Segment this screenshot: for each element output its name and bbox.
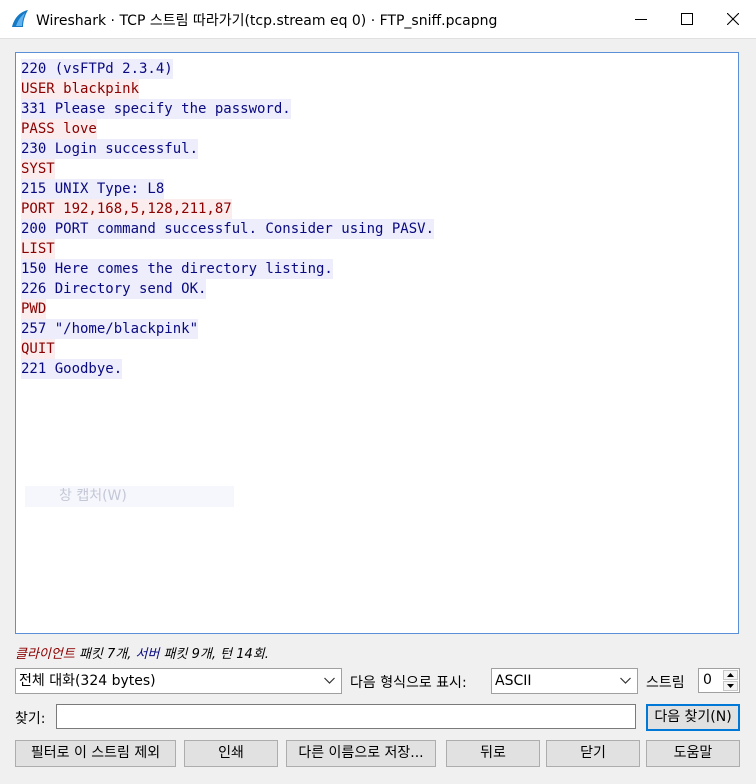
spinner-buttons [723,670,738,691]
close-icon [727,13,739,25]
help-button[interactable]: 도움말 [646,740,740,767]
client-line: PASS love [21,119,434,139]
show-as-label: 다음 형식으로 표시: [350,675,467,691]
stream-line-text: 220 (vsFTPd 2.3.4) [21,59,173,79]
conversation-select[interactable]: 전체 대화(324 bytes) [15,668,342,694]
show-as-select[interactable]: ASCII [491,668,638,694]
maximize-icon [681,13,693,25]
stream-line-text: PORT 192,168,5,128,211,87 [21,199,232,219]
minimize-button[interactable] [618,0,664,38]
save-as-button[interactable]: 다른 이름으로 저장... [286,740,436,767]
stream-line-text: QUIT [21,339,55,359]
chevron-down-icon [727,684,734,688]
stream-text: 220 (vsFTPd 2.3.4) USER blackpink 331 Plea… [21,59,435,379]
find-input[interactable] [56,704,636,729]
find-next-button[interactable]: 다음 찾기(N) [646,704,740,731]
spinner-up-button[interactable] [723,670,738,680]
stream-line-text: 200 PORT command successful. Consider us… [21,219,435,239]
maximize-button[interactable] [664,0,710,38]
server-line: 221 Goodbye. [21,359,434,379]
chevron-down-icon [324,677,335,684]
stream-line-text: 221 Goodbye. [21,359,123,379]
minimize-icon [635,19,647,20]
server-line: 331 Please specify the password. [21,99,434,119]
stream-line-text: LIST [21,239,55,259]
capture-window-hint: 창 캡처(W) [25,486,234,507]
spinner-down-button[interactable] [723,681,738,691]
stream-number-value: 0 [703,672,712,688]
filter-out-stream-button[interactable]: 필터로 이 스트림 제외 [15,740,176,767]
chevron-up-icon [727,673,734,677]
stream-number-spinner[interactable]: 0 [698,668,740,693]
stream-line-text: PASS love [21,119,97,139]
stream-line-text: 215 UNIX Type: L8 [21,179,165,199]
server-line: 226 Directory send OK. [21,279,434,299]
client-line: QUIT [21,339,434,359]
server-line: 257 "/home/blackpink" [21,319,434,339]
server-line: 215 UNIX Type: L8 [21,179,434,199]
stream-line-text: 226 Directory send OK. [21,279,207,299]
close-window-button[interactable] [710,0,756,38]
server-line: 200 PORT command successful. Consider us… [21,219,435,239]
print-button[interactable]: 인쇄 [184,740,278,767]
stream-label: 스트림 [646,675,685,691]
stream-line-text: 257 "/home/blackpink" [21,319,199,339]
server-label: 서버 [135,647,160,662]
server-line: 220 (vsFTPd 2.3.4) [21,59,434,79]
stream-line-text: 331 Please specify the password. [21,99,291,119]
show-as-value: ASCII [495,673,532,689]
client-packets-text: 패킷 7개, [74,647,136,662]
client-line: USER blackpink [21,79,434,99]
stream-line-text: 150 Here comes the directory listing. [21,259,333,279]
server-packets-text: 패킷 9개, 턴 14회. [159,647,269,662]
server-line: 230 Login successful. [21,139,434,159]
title-bar: Wireshark · TCP 스트림 따라가기(tcp.stream eq 0… [0,0,756,39]
stream-line-text: 230 Login successful. [21,139,199,159]
chevron-down-icon [620,677,631,684]
stream-stats: 클라이언트 패킷 7개, 서버 패킷 9개, 턴 14회. [15,643,269,662]
stream-line-text: SYST [21,159,55,179]
client-label: 클라이언트 [15,647,75,662]
close-button[interactable]: 닫기 [546,740,640,767]
back-button[interactable]: 뒤로 [446,740,540,767]
window-title: Wireshark · TCP 스트림 따라가기(tcp.stream eq 0… [36,13,498,29]
client-line: SYST [21,159,434,179]
conversation-value: 전체 대화(324 bytes) [19,673,156,689]
client-line: PORT 192,168,5,128,211,87 [21,199,434,219]
stream-content-pane[interactable]: 220 (vsFTPd 2.3.4) USER blackpink 331 Plea… [15,52,739,634]
client-line: LIST [21,239,434,259]
server-line: 150 Here comes the directory listing. [21,259,434,279]
stream-line-text: USER blackpink [21,79,140,99]
wireshark-fin-icon [12,10,28,27]
find-label: 찾기: [15,711,46,727]
client-line: PWD [21,299,434,319]
stream-line-text: PWD [21,299,47,319]
